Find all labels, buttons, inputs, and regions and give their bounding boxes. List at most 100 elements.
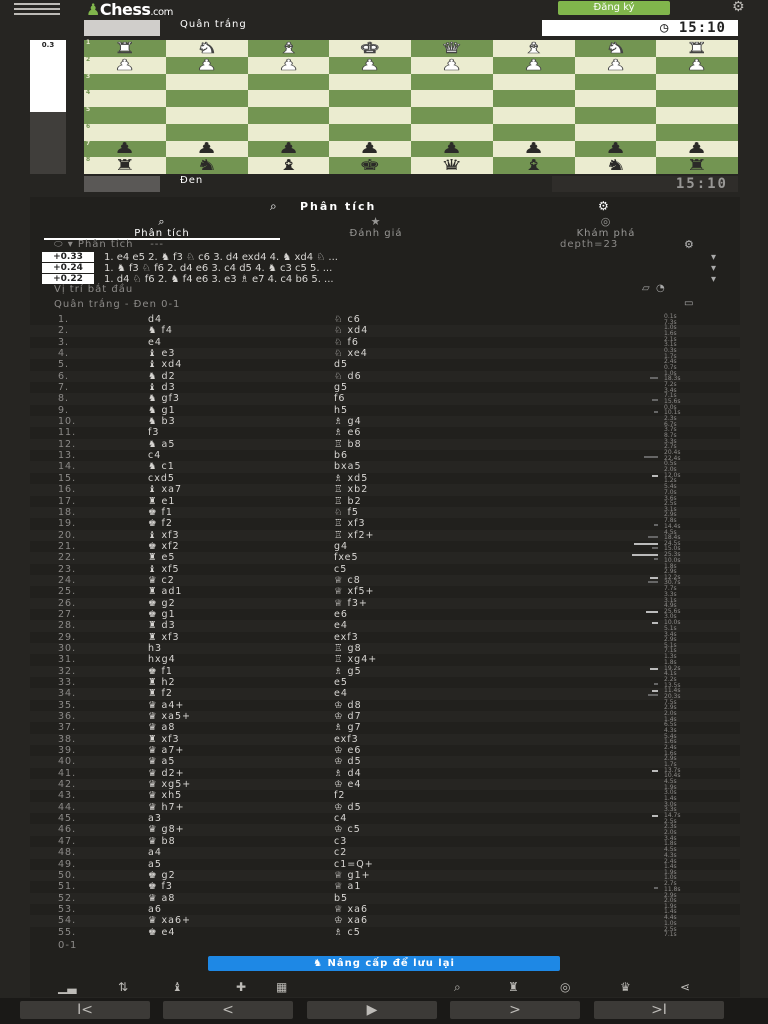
- move-row[interactable]: 18. ♚ f1 ♘ f5 3.1s 2.9s: [30, 506, 740, 519]
- black-move[interactable]: ♔ e4: [334, 779, 361, 790]
- black-queen-icon[interactable]: ♛: [441, 158, 463, 173]
- white-move[interactable]: ♛ xa5+: [148, 711, 191, 722]
- black-move[interactable]: ♔ d5: [334, 756, 362, 767]
- black-knight-icon[interactable]: ♞: [605, 158, 627, 173]
- white-move[interactable]: ♝ xa7: [148, 484, 182, 495]
- black-move[interactable]: g5: [334, 382, 348, 393]
- black-move[interactable]: e4: [334, 688, 348, 699]
- white-move[interactable]: ♜ h2: [148, 677, 176, 688]
- black-move[interactable]: ♔ e6: [334, 745, 361, 756]
- board-square[interactable]: [411, 107, 493, 124]
- black-move[interactable]: ♗ xd5: [334, 473, 368, 484]
- black-move[interactable]: ♖ xb2: [334, 484, 368, 495]
- move-row[interactable]: 48. a4 c2 4.5s 4.3s: [30, 847, 740, 859]
- black-move[interactable]: b6: [334, 450, 348, 461]
- move-row[interactable]: 5. ♝ xd4 d5 2.4s 0.7s: [30, 359, 740, 371]
- board-square[interactable]: [247, 90, 330, 107]
- upgrade-button[interactable]: ♞ Nâng cấp để lưu lại: [208, 956, 560, 971]
- board-square[interactable]: [574, 73, 657, 91]
- black-move[interactable]: c1=Q+: [334, 859, 374, 870]
- white-move[interactable]: ♞ a5: [148, 439, 175, 450]
- black-move[interactable]: e6: [334, 609, 348, 620]
- black-knight-icon[interactable]: ♞: [196, 158, 218, 173]
- move-row[interactable]: 12. ♞ a5 ♖ b8 3.3s 2.7s: [30, 438, 740, 451]
- white-rook-icon[interactable]: ♜: [114, 40, 137, 56]
- white-move[interactable]: ♚ xf2: [148, 541, 180, 552]
- white-rook-icon[interactable]: ♜: [686, 40, 709, 56]
- board-square[interactable]: [656, 107, 738, 124]
- stats-icon[interactable]: ▁▃: [58, 980, 76, 994]
- white-move[interactable]: ♛ xg5+: [148, 779, 191, 790]
- black-move[interactable]: d5: [334, 359, 348, 370]
- white-move[interactable]: d4: [148, 314, 162, 325]
- board-square[interactable]: [492, 123, 575, 141]
- board-square[interactable]: 1 ♜: [84, 40, 166, 57]
- move-row[interactable]: 14. ♞ c1 bxa5 0.5s 2.0s: [30, 461, 740, 473]
- white-move[interactable]: ♛ a8: [148, 893, 175, 904]
- white-move[interactable]: ♞ g1: [148, 405, 176, 416]
- white-move[interactable]: ♛ g8+: [148, 824, 185, 835]
- white-move[interactable]: ♛ a5: [148, 756, 175, 767]
- black-move[interactable]: ♗ c5: [334, 927, 361, 938]
- black-move[interactable]: ♘ f5: [334, 507, 359, 518]
- move-row[interactable]: 23. ♝ xf5 c5 1.8s 2.9s: [30, 563, 740, 575]
- white-move[interactable]: ♞ gf3: [148, 393, 180, 404]
- analysis-toggle[interactable]: ⬭ ▾ Phân tích ---: [54, 239, 164, 250]
- add-icon[interactable]: ✚: [236, 980, 246, 994]
- panel-gear-icon[interactable]: ⚙: [598, 199, 609, 213]
- move-row[interactable]: 4. ♝ e3 ♘ xe4 0.3s 1.7s: [30, 348, 740, 360]
- board-square[interactable]: [247, 107, 330, 124]
- move-row[interactable]: 44. ♛ h7+ ♔ d5 3.0s 3.3s: [30, 801, 740, 814]
- board-square[interactable]: ♝: [247, 157, 330, 174]
- board-square[interactable]: [247, 123, 330, 141]
- white-move[interactable]: ♚ g1: [148, 609, 176, 620]
- black-move[interactable]: ♗ e6: [334, 427, 361, 438]
- white-move[interactable]: ♝ xf3: [148, 530, 180, 541]
- black-rook-icon[interactable]: ♜: [114, 158, 136, 173]
- board-square[interactable]: ♜: [656, 157, 738, 174]
- black-move[interactable]: c5: [334, 564, 347, 575]
- black-move[interactable]: ♕ a1: [334, 881, 361, 892]
- black-king-icon[interactable]: ♚: [359, 158, 381, 173]
- board-square[interactable]: [574, 123, 657, 141]
- white-move[interactable]: ♞ b3: [148, 416, 176, 427]
- move-row[interactable]: 11. f3 ♗ e6 3.7s 8.7s: [30, 427, 740, 439]
- white-move[interactable]: ♝ xd4: [148, 359, 182, 370]
- tab-explore[interactable]: ◎ Khám phá: [488, 216, 724, 240]
- board-square[interactable]: [656, 123, 738, 141]
- tab-review[interactable]: ★ Đánh giá: [258, 216, 494, 240]
- engine-line[interactable]: +0.22 1. d4 ♘ f6 2. ♞ f4 e6 3. e3 ♗ e7 4.…: [42, 274, 732, 285]
- white-move[interactable]: ♜ e5: [148, 552, 175, 563]
- white-move[interactable]: ♛ b8: [148, 836, 176, 847]
- move-row[interactable]: 46. ♛ g8+ ♔ c5 2.3s 2.0s: [30, 824, 740, 836]
- board-square[interactable]: [656, 90, 738, 107]
- black-pawn-icon[interactable]: ♟: [196, 141, 218, 156]
- white-pawn-icon[interactable]: ♟: [686, 57, 709, 73]
- move-row[interactable]: 7. ♝ d3 g5 7.2s 3.4s: [30, 382, 740, 394]
- white-move[interactable]: ♞ d2: [148, 371, 176, 382]
- board-square[interactable]: [329, 107, 411, 124]
- black-move[interactable]: bxa5: [334, 461, 362, 472]
- black-move[interactable]: ♖ b8: [334, 439, 362, 450]
- move-row[interactable]: 9. ♞ g1 h5 0.0s 10.1s: [30, 404, 740, 416]
- move-row[interactable]: 25. ♜ ad1 ♕ xf5+ 7.7s 3.3s: [30, 586, 740, 598]
- white-move[interactable]: ♞ f4: [148, 325, 173, 336]
- board-square[interactable]: ♚: [329, 40, 411, 57]
- board-square[interactable]: [329, 90, 411, 107]
- move-row[interactable]: 52. ♛ a8 b5 2.9s 2.0s: [30, 892, 740, 904]
- move-row[interactable]: 13. c4 b6 20.4s 22.4s: [30, 450, 740, 462]
- black-move[interactable]: ♖ xf2+: [334, 530, 375, 541]
- start-position-link[interactable]: Vị trí bắt đầu: [54, 284, 133, 295]
- black-move[interactable]: ♕ g1+: [334, 870, 371, 881]
- black-move[interactable]: ♖ b2: [334, 496, 362, 507]
- white-move[interactable]: hxg4: [148, 654, 176, 665]
- white-move[interactable]: ♚ f3: [148, 881, 173, 892]
- black-move[interactable]: c2: [334, 847, 347, 858]
- rook-icon[interactable]: ♜: [508, 980, 519, 994]
- move-row[interactable]: 50. ♚ g2 ♕ g1+ 1.9s 1.0s: [30, 869, 740, 882]
- white-move[interactable]: ♛ c2: [148, 575, 175, 586]
- black-move[interactable]: ♔ d5: [334, 802, 362, 813]
- black-bishop-icon[interactable]: ♝: [523, 158, 545, 173]
- move-row[interactable]: 38. ♜ xf3 exf3 5.4s 1.6s: [30, 733, 740, 746]
- board-square[interactable]: ♟: [492, 56, 575, 74]
